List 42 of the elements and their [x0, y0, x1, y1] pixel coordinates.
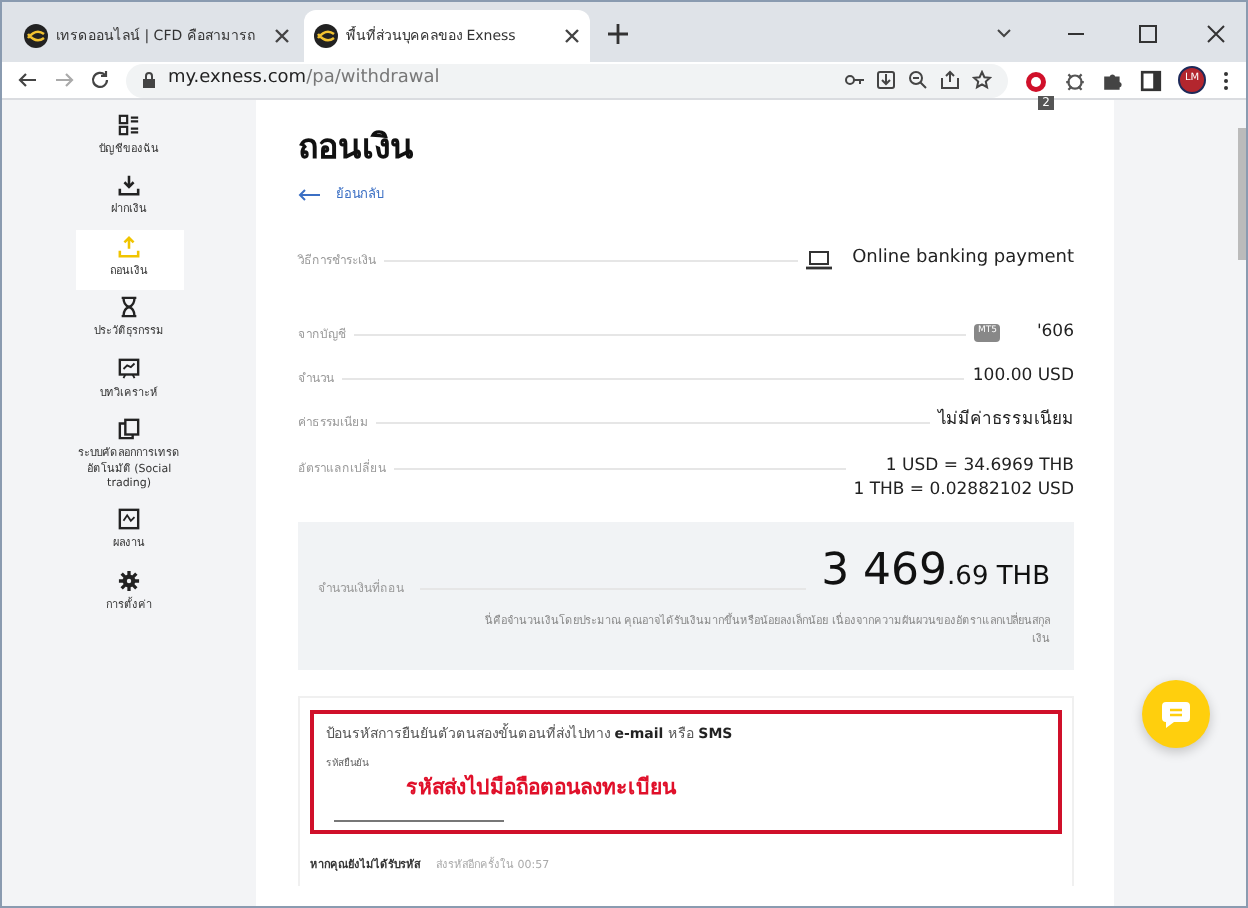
exness-logo-icon — [314, 24, 338, 48]
settings-icon — [118, 569, 140, 592]
back-arrow-icon[interactable] — [18, 70, 38, 90]
maximize-icon[interactable] — [1138, 24, 1158, 44]
more-menu-icon[interactable] — [1222, 69, 1230, 91]
puzzle-icon[interactable] — [1102, 69, 1124, 91]
laptop-icon — [806, 249, 833, 270]
chat-icon — [1160, 699, 1192, 729]
share-icon[interactable] — [940, 70, 960, 90]
page-title: ถอนเงิน — [298, 128, 416, 169]
star-icon[interactable] — [972, 70, 992, 90]
address-bar[interactable]: my.exness.com/pa/withdrawal — [126, 63, 1008, 97]
grid-icon — [118, 114, 140, 136]
detail-value: 100.00 USD — [972, 364, 1074, 389]
new-tab-icon[interactable] — [606, 22, 630, 46]
lock-icon — [142, 72, 156, 88]
install-icon[interactable] — [876, 70, 896, 90]
exness-logo-icon — [24, 24, 48, 48]
chart-icon — [118, 508, 140, 531]
extension-icon — [1024, 69, 1048, 94]
url-text: my.exness.com/pa/withdrawal — [168, 66, 440, 93]
close-icon[interactable] — [564, 28, 580, 44]
download-icon — [118, 174, 140, 197]
zoom-out-icon[interactable] — [908, 70, 928, 90]
detail-value: Online banking payment — [852, 245, 1074, 272]
presentation-icon — [118, 357, 140, 380]
back-arrow-icon — [298, 188, 320, 203]
close-icon[interactable] — [274, 28, 290, 44]
scrollbar-thumb[interactable] — [1238, 128, 1246, 260]
detail-value: '606 — [1036, 319, 1074, 345]
annotation-text: รหัสส่งไปมือถือตอนลงทะเบียน — [406, 773, 679, 804]
key-icon[interactable] — [844, 70, 864, 90]
side-panel-icon[interactable] — [1140, 69, 1162, 91]
detail-value: ไม่มีค่าธรรมเนียม — [938, 408, 1074, 434]
reload-icon[interactable] — [90, 70, 110, 90]
hourglass-icon — [118, 296, 140, 319]
detail-value: 1 USD = 34.6969 THB 1 THB = 0.02882102 USD — [853, 453, 1074, 503]
withdrawal-amount: 3 469.69 THB — [821, 550, 1050, 599]
bug-icon[interactable] — [1064, 69, 1086, 91]
withdraw-icon — [118, 235, 140, 258]
copy-icon — [118, 418, 140, 441]
close-icon[interactable] — [1206, 24, 1226, 44]
